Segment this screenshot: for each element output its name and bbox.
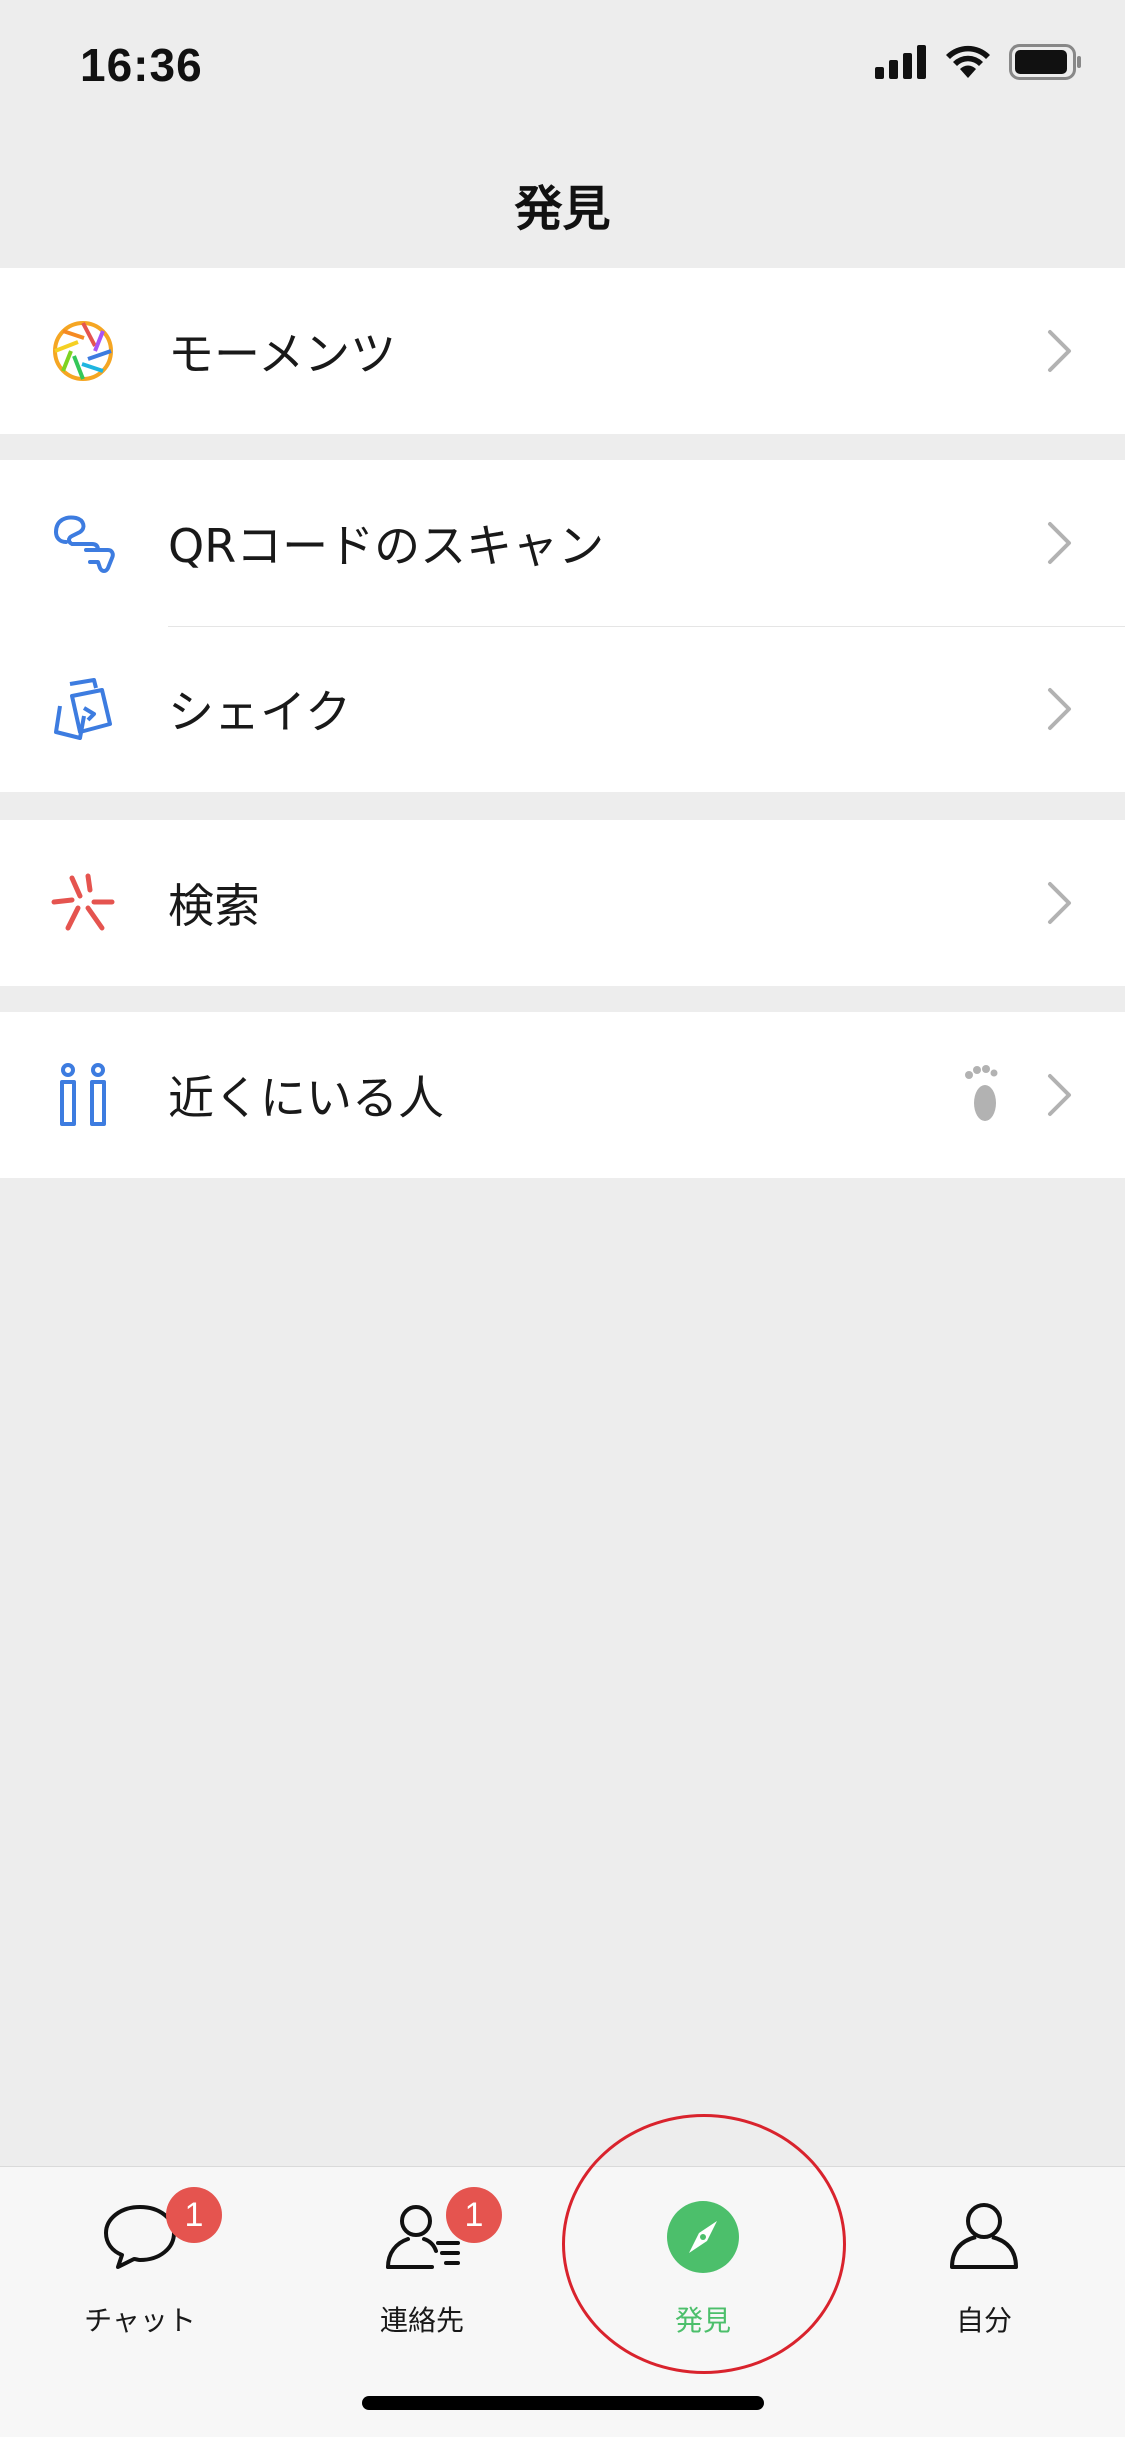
chevron-right-icon xyxy=(1048,330,1071,372)
search-sparkle-icon xyxy=(51,873,115,931)
menu-item-search[interactable]: 検索 xyxy=(0,820,1125,986)
tab-me[interactable]: 自分 xyxy=(884,2199,1084,2349)
tab-label: 発見 xyxy=(674,2304,731,2337)
compass-icon xyxy=(667,2201,739,2273)
menu-item-moments[interactable]: モーメンツ xyxy=(0,268,1125,434)
tab-chat[interactable]: 1 チャット xyxy=(40,2187,240,2349)
menu-item-label: QRコードのスキャン xyxy=(168,519,605,573)
tab-label: 連絡先 xyxy=(379,2304,464,2337)
moments-aperture-icon xyxy=(53,321,113,381)
battery-icon xyxy=(1009,44,1081,80)
menu-group-search: 検索 xyxy=(0,820,1125,986)
wifi-icon xyxy=(946,45,990,78)
page-title: 発見 xyxy=(514,181,611,237)
footprint-icon xyxy=(965,1065,998,1121)
menu-item-label: 検索 xyxy=(168,879,260,933)
menu-group-people-nearby: 近くにいる人 xyxy=(0,1012,1125,1178)
menu-item-shake[interactable]: シェイク xyxy=(0,626,1125,792)
shake-icon xyxy=(54,678,112,740)
tab-label: 自分 xyxy=(955,2304,1012,2337)
menu-item-label: 近くにいる人 xyxy=(168,1071,444,1125)
me-person-icon xyxy=(950,2203,1018,2269)
chevron-right-icon xyxy=(1048,522,1071,564)
chevron-right-icon xyxy=(1048,1074,1071,1116)
status-icons xyxy=(875,44,1083,80)
menu-item-people-nearby[interactable]: 近くにいる人 xyxy=(0,1012,1125,1178)
chevron-right-icon xyxy=(1048,688,1071,730)
menu-item-scan[interactable]: QRコードのスキャン xyxy=(0,460,1125,626)
navigation-bar: 発見 xyxy=(0,140,1125,268)
menu-group-scan-shake: QRコードのスキャン シェイク xyxy=(0,460,1125,792)
tab-label: チャット xyxy=(84,2304,196,2337)
tab-discover[interactable]: 発見 xyxy=(603,2199,803,2349)
chat-unread-badge: 1 xyxy=(166,2187,222,2243)
tab-contacts[interactable]: 1 連絡先 xyxy=(322,2187,522,2349)
scan-icon xyxy=(54,515,115,573)
menu-item-label: シェイク xyxy=(168,685,352,739)
chevron-right-icon xyxy=(1048,882,1071,924)
status-time: 16:36 xyxy=(80,39,203,91)
status-bar: 16:36 xyxy=(0,0,1125,140)
home-indicator[interactable] xyxy=(362,2396,764,2410)
menu-item-label: モーメンツ xyxy=(168,327,397,381)
contacts-unread-badge: 1 xyxy=(446,2187,502,2243)
menu-group-moments: モーメンツ xyxy=(0,268,1125,434)
signal-icon xyxy=(875,45,926,79)
people-nearby-icon xyxy=(60,1063,106,1126)
